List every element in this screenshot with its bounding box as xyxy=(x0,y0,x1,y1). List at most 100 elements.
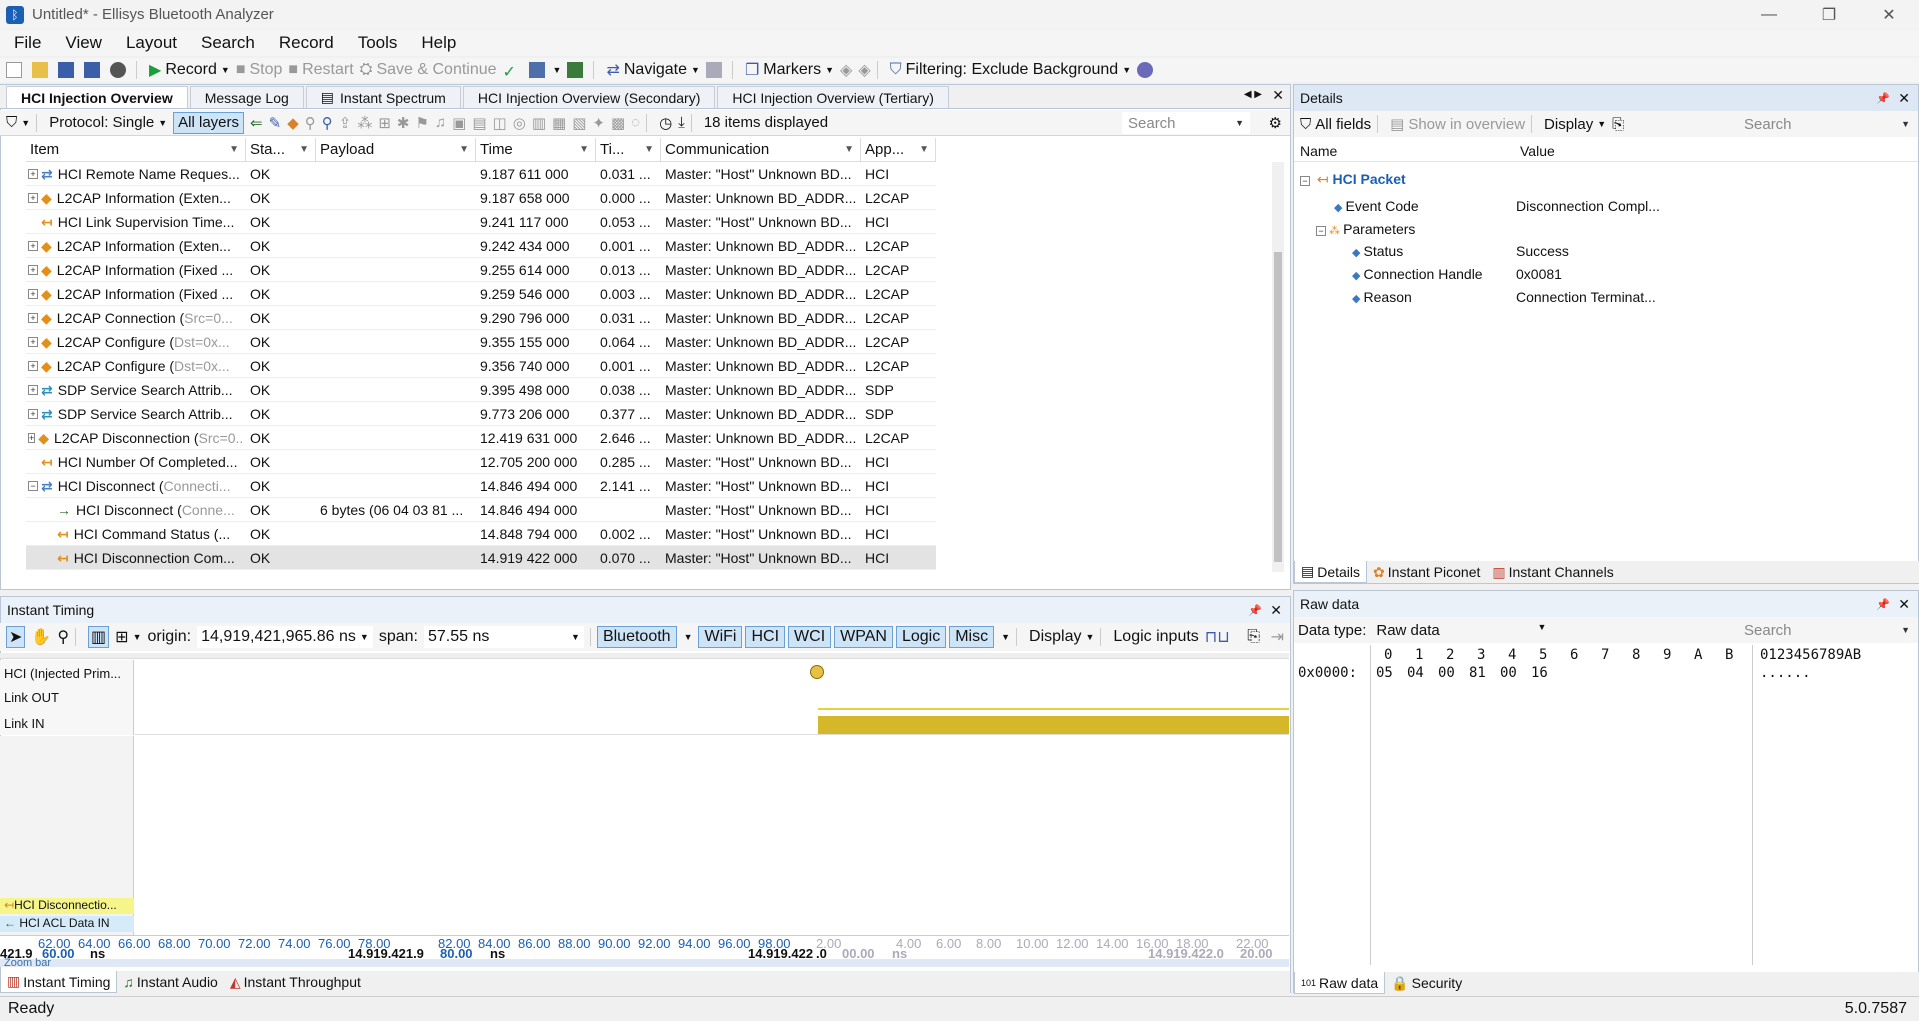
details-search-input[interactable]: Search ▼ xyxy=(1738,113,1914,135)
copy-icon[interactable]: ⎘ xyxy=(1612,113,1624,135)
pencil-icon[interactable]: ✎ xyxy=(269,112,282,134)
chip-wpan[interactable]: WPAN xyxy=(834,626,893,648)
filter-settings-icon[interactable]: ⚙ xyxy=(1269,114,1282,132)
tool-icon-5[interactable]: ⚑ xyxy=(415,112,428,134)
table-row[interactable]: ↤ HCI Disconnection Com... OK 14.919 422 00… xyxy=(26,546,936,570)
table-row[interactable]: + ⇄ HCI Remote Name Reques... OK 9.187 611 0… xyxy=(26,162,936,186)
overview-search-input[interactable]: Search ▼ xyxy=(1122,112,1250,134)
expand-icon[interactable]: + xyxy=(28,289,38,299)
grid-scrollbar-thumb[interactable] xyxy=(1274,252,1282,562)
data-type-dropdown[interactable]: Raw data ▼ xyxy=(1376,621,1547,639)
table-row[interactable]: → HCI Disconnect (Conne... OK 6 bytes (06 0… xyxy=(26,498,936,522)
tab-message-log[interactable]: Message Log xyxy=(189,86,304,108)
stop-button[interactable]: ■ Stop xyxy=(236,59,283,81)
expand-icon[interactable]: + xyxy=(28,313,38,323)
expand-icon[interactable]: + xyxy=(28,361,38,371)
raw-search-input[interactable]: Search ▼ xyxy=(1738,619,1914,641)
navigate-button[interactable]: ⇄ Navigate ▼ xyxy=(606,59,699,81)
chip-bluetooth[interactable]: Bluetooth xyxy=(596,626,677,648)
chip-wci[interactable]: WCI xyxy=(788,626,832,648)
zoom-bar[interactable]: Zoom bar xyxy=(0,958,1289,969)
col-time[interactable]: Time ▼ xyxy=(476,137,596,162)
menu-tools[interactable]: Tools xyxy=(344,33,408,53)
all-fields-button[interactable]: ⛉ All fields xyxy=(1300,113,1371,135)
col-communication[interactable]: Communication ▼ xyxy=(661,137,861,162)
origin-icon[interactable]: ⊞ ▼ xyxy=(115,626,141,648)
tool-icon-3[interactable]: ⊞ xyxy=(378,112,391,134)
expand-icon[interactable]: + xyxy=(28,241,38,251)
tool-icon-1[interactable]: ⇪ xyxy=(339,112,352,134)
field-status[interactable]: ◆ Status xyxy=(1352,243,1403,259)
table-row[interactable]: + ⇄ SDP Service Search Attrib... OK 9.773 20… xyxy=(26,402,936,426)
expand-icon[interactable]: + xyxy=(28,265,38,275)
marker-prev-icon[interactable]: ◈ xyxy=(840,59,852,81)
tool-icon-4[interactable]: ✱ xyxy=(397,112,410,134)
hex-byte[interactable]: 04 xyxy=(1407,665,1424,681)
filter-funnel-icon[interactable]: ⛉ ▼ xyxy=(6,112,30,134)
tab-details[interactable]: ▤ Details xyxy=(1294,561,1368,583)
tool-icon-2[interactable]: ⁂ xyxy=(357,112,372,134)
timing-pin-icon[interactable]: 📌 xyxy=(1248,604,1262,617)
lane-link-in[interactable]: Link IN xyxy=(0,716,134,731)
hex-byte[interactable]: 05 xyxy=(1376,665,1393,681)
close-timing-icon[interactable]: ✕ xyxy=(1270,602,1282,619)
minimize-button[interactable]: — xyxy=(1739,0,1799,29)
hex-byte[interactable]: 00 xyxy=(1438,665,1455,681)
origin-value[interactable]: 14,919,421,965.86 ns ▼ xyxy=(197,626,373,648)
tool-icon-16[interactable]: ◌ xyxy=(631,112,640,134)
tool-icon-9[interactable]: ◫ xyxy=(493,112,507,134)
table-row[interactable]: + ⇄ SDP Service Search Attrib... OK 9.395 49… xyxy=(26,378,936,402)
col-ti[interactable]: Ti... ▼ xyxy=(596,137,661,162)
collapse-icon[interactable]: − xyxy=(1316,226,1326,236)
zoom-icon[interactable]: ⚲ xyxy=(322,112,333,134)
close-raw-icon[interactable]: ✕ xyxy=(1898,596,1910,613)
menu-record[interactable]: Record xyxy=(265,33,344,53)
tool-icon-11[interactable]: ▥ xyxy=(532,112,546,134)
logic-inputs-button[interactable]: Logic inputs ⊓⊔ xyxy=(1113,626,1229,648)
table-row[interactable]: + ◆ L2CAP Information (Exten... OK 9.242 434… xyxy=(26,234,936,258)
lane-link-out[interactable]: Link OUT xyxy=(0,690,134,705)
pin-icon[interactable]: 📌 xyxy=(1876,92,1890,105)
field-event-code[interactable]: ◆ Event Code xyxy=(1334,198,1419,214)
filtering-button[interactable]: ⛉ Filtering: Exclude Background ▼ xyxy=(890,59,1132,81)
grid-scrollbar[interactable] xyxy=(1272,162,1284,572)
hex-byte[interactable]: 16 xyxy=(1531,665,1548,681)
timing-display-dropdown[interactable]: Display ▼ xyxy=(1029,626,1094,648)
binoculars-icon[interactable] xyxy=(110,59,130,81)
table-row[interactable]: + ◆ L2CAP Information (Fixed ... OK 9.255 61… xyxy=(26,258,936,282)
tab-security[interactable]: 🔒 Security xyxy=(1385,972,1468,994)
expand-icon[interactable]: + xyxy=(28,433,36,443)
expand-icon[interactable]: + xyxy=(28,193,38,203)
timing-overview-strip[interactable] xyxy=(0,653,1289,659)
back-arrow-icon[interactable]: ⇐ xyxy=(250,112,263,134)
tool-icon-7[interactable]: ▣ xyxy=(452,112,466,134)
tab-overview-tertiary[interactable]: HCI Injection Overview (Tertiary) xyxy=(717,86,949,108)
show-in-overview-button[interactable]: ▤ Show in overview xyxy=(1390,113,1525,135)
close-details-icon[interactable]: ✕ xyxy=(1898,90,1910,107)
table-row[interactable]: + ◆ L2CAP Configure (Dst=0x... OK 9.356 740 … xyxy=(26,354,936,378)
open-folder-icon[interactable] xyxy=(32,59,52,81)
tool-icon-12[interactable]: ▦ xyxy=(552,112,566,134)
expand-icon[interactable]: + xyxy=(28,337,38,347)
close-doc-icon[interactable]: ✕ xyxy=(1272,87,1284,104)
tab-hci-injection-overview[interactable]: HCI Injection Overview xyxy=(6,86,188,108)
tab-instant-spectrum[interactable]: ▤ Instant Spectrum xyxy=(305,86,461,108)
tool-icon-13[interactable]: ▧ xyxy=(572,112,586,134)
details-col-name[interactable]: Name xyxy=(1300,143,1337,159)
link-in-packet-bar[interactable] xyxy=(818,716,1289,734)
close-button[interactable]: ✕ xyxy=(1859,0,1919,29)
layout-icon[interactable]: ▥ xyxy=(88,626,110,648)
timing-plot-area[interactable] xyxy=(135,660,1289,735)
protocol-dropdown[interactable]: Protocol: Single ▼ xyxy=(49,112,167,134)
details-col-value[interactable]: Value xyxy=(1520,143,1555,159)
expand-icon[interactable]: + xyxy=(28,385,38,395)
pointer-tool-icon[interactable]: ➤ xyxy=(6,626,26,648)
table-row[interactable]: ↤ HCI Link Supervision Time... OK 9.241 117… xyxy=(26,210,936,234)
timing-end-icon[interactable]: ⇥ xyxy=(1271,627,1284,647)
table-row[interactable]: + ◆ L2CAP Information (Exten... OK 9.187 658… xyxy=(26,186,936,210)
lane-hci[interactable]: HCI (Injected Prim... xyxy=(0,666,134,681)
time-ruler[interactable]: 62.00 64.00 66.00 68.00 70.00 72.00 74.00 76.00… xyxy=(0,935,1289,961)
disconnection-label[interactable]: ↤HCI Disconnectio... xyxy=(0,898,134,914)
col-item[interactable]: Item ▼ xyxy=(26,137,246,162)
all-layers-button[interactable]: All layers xyxy=(173,111,245,134)
